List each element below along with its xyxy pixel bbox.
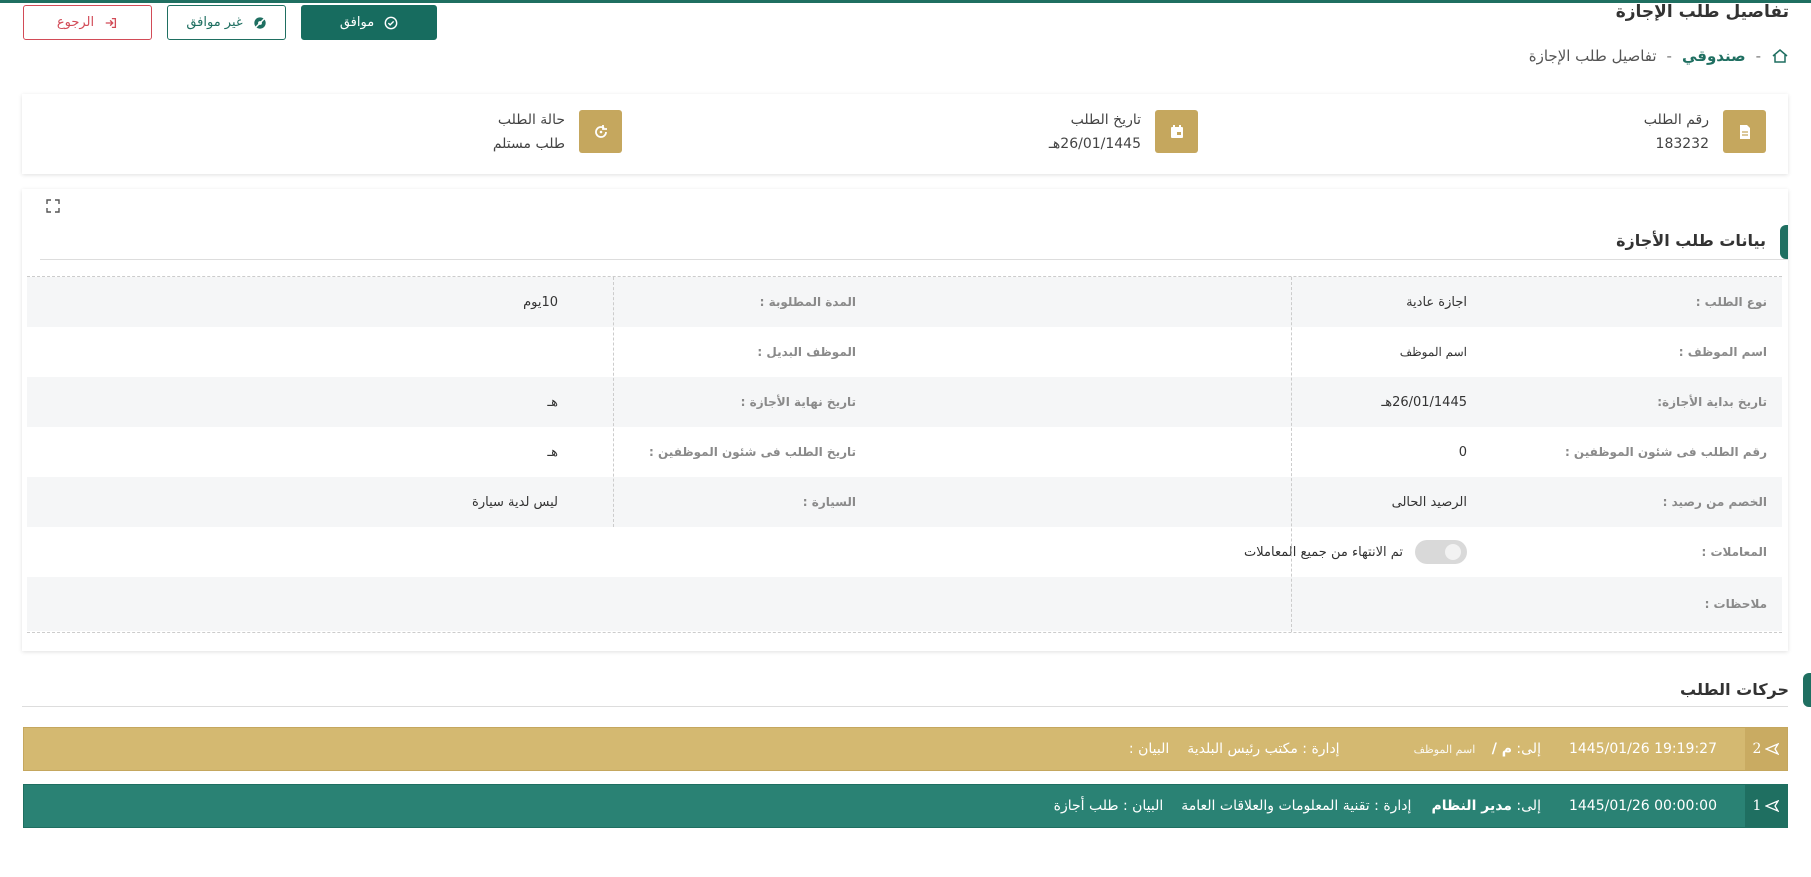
back-button[interactable]: الرجوع: [23, 5, 152, 40]
movement-row[interactable]: 1 1445/01/26 00:00:00 إلى: مدير النظام إ…: [23, 784, 1788, 828]
details-row: نوع الطلب : اجازة عادية المدة المطلوبة :…: [27, 277, 1782, 327]
approve-button[interactable]: موافق: [301, 5, 437, 40]
details-grid: نوع الطلب : اجازة عادية المدة المطلوبة :…: [27, 276, 1782, 633]
stat-request-status: حالة الطلب طلب مستلم: [493, 110, 622, 153]
section-divider: [40, 259, 1788, 260]
movement-number: 2: [1745, 728, 1787, 770]
fullscreen-icon[interactable]: [46, 199, 60, 213]
field-value: 26/01/1445هـ: [1381, 394, 1467, 410]
column-divider: [613, 277, 614, 527]
field-label: نوع الطلب :: [1695, 295, 1767, 309]
breadcrumb-separator: -: [1755, 47, 1761, 65]
details-row-notes: ملاحظات :: [27, 577, 1782, 631]
stat-request-number: رقم الطلب 183232: [1644, 110, 1766, 153]
field-label: السيارة :: [802, 495, 856, 509]
section-divider: [22, 706, 1788, 707]
field-label: تاريخ بداية الأجازة:: [1657, 395, 1767, 409]
breadcrumb-link-inbox[interactable]: صندوقي: [1682, 47, 1746, 65]
movement-index: 1: [1752, 798, 1762, 814]
reject-label: غير موافق: [186, 15, 243, 30]
stat-label: حالة الطلب: [497, 111, 565, 128]
movements-title: حركات الطلب: [1680, 680, 1789, 699]
top-accent-line: [0, 0, 1811, 3]
page-title: تفاصيل طلب الإجازة: [1615, 2, 1789, 22]
stat-label: تاريخ الطلب: [1070, 111, 1141, 128]
field-label: اسم الموظف :: [1678, 345, 1767, 359]
field-value: الرصيد الحالى: [1391, 494, 1467, 510]
movement-to: إلى: مدير النظام: [1431, 798, 1541, 814]
field-value: اجازة عادية: [1406, 294, 1467, 310]
stat-request-date: تاريخ الطلب 26/01/1445هـ: [1049, 110, 1198, 153]
reject-button[interactable]: غير موافق: [167, 5, 286, 40]
movement-row[interactable]: 2 1445/01/26 19:19:27 إلى: م / اسم الموظ…: [23, 727, 1788, 771]
field-label: الموظف البديل :: [757, 345, 856, 359]
movement-to: إلى: م / اسم الموظف: [1414, 741, 1541, 757]
field-value: 0: [1458, 444, 1467, 460]
details-row-transactions: المعاملات : تم الانتهاء من جميع المعاملا…: [27, 527, 1782, 577]
transactions-toggle-group: تم الانتهاء من جميع المعاملات: [1244, 527, 1467, 577]
column-divider: [1291, 277, 1292, 632]
stat-value: طلب مستلم: [492, 135, 565, 152]
breadcrumb-current: تفاصيل طلب الإجازة: [1528, 47, 1657, 65]
stat-value: 183232: [1655, 135, 1709, 152]
field-value: ليس لدية سيارة: [472, 494, 558, 510]
request-summary-card: رقم الطلب 183232 تاريخ الطلب 26/01/1445ه…: [22, 94, 1788, 174]
details-row: رقم الطلب فى شئون الموظفين : 0 تاريخ الط…: [27, 427, 1782, 477]
movement-statement: البيان : طلب أجازة: [1053, 798, 1164, 814]
movement-datetime: 1445/01/26 19:19:27: [1568, 741, 1717, 757]
approve-label: موافق: [339, 15, 375, 30]
movement-to-value: م /: [1491, 741, 1512, 757]
details-row: اسم الموظف : اسم الموظف الموظف البديل :: [27, 327, 1782, 377]
back-label: الرجوع: [56, 15, 95, 30]
calendar-icon: [1155, 110, 1198, 153]
movement-to-name: اسم الموظف: [1413, 743, 1476, 756]
breadcrumb: - صندوقي - تفاصيل طلب الإجازة: [1529, 47, 1789, 65]
field-label: رقم الطلب فى شئون الموظفين :: [1564, 445, 1767, 459]
eye-off-icon: [254, 16, 266, 29]
leave-request-details-card: بيانات طلب الأجازة نوع الطلب : اجازة عاد…: [22, 189, 1788, 651]
field-label: الخصم من رصيد :: [1662, 495, 1767, 509]
movement-department: إدارة : مكتب رئيس البلدية: [1187, 741, 1340, 757]
movement-statement: البيان :: [1128, 741, 1170, 757]
field-label: تاريخ الطلب فى شئون الموظفين :: [649, 445, 856, 459]
refresh-icon: [579, 110, 622, 153]
toggle-label: تم الانتهاء من جميع المعاملات: [1244, 544, 1403, 560]
field-label: المدة المطلوبة :: [759, 295, 856, 309]
field-label: المعاملات :: [1701, 545, 1767, 559]
section-marker: [1780, 225, 1788, 259]
breadcrumb-separator: -: [1666, 47, 1672, 65]
field-label: تاريخ نهاية الأجازة :: [740, 395, 856, 409]
movement-to-label: إلى:: [1516, 741, 1541, 757]
send-icon: [1765, 742, 1780, 756]
field-value: هـ: [547, 394, 558, 410]
movement-index: 2: [1752, 741, 1762, 757]
details-row: تاريخ بداية الأجازة: 26/01/1445هـ تاريخ …: [27, 377, 1782, 427]
check-circle-icon: [384, 16, 398, 29]
field-value: اسم الموظف: [1399, 345, 1467, 359]
section-title: بيانات طلب الأجازة: [1616, 231, 1766, 250]
details-row: الخصم من رصيد : الرصيد الحالى السيارة : …: [27, 477, 1782, 527]
section-marker: [1803, 673, 1811, 707]
movement-number: 1: [1745, 785, 1787, 827]
movement-department: إدارة : تقنية المعلومات والعلاقات العامة: [1181, 798, 1412, 814]
transactions-complete-toggle[interactable]: [1415, 540, 1467, 564]
document-icon: [1723, 110, 1766, 153]
movement-datetime: 1445/01/26 00:00:00: [1568, 798, 1717, 814]
movement-to-value: مدير النظام: [1431, 798, 1512, 814]
field-value: 10يوم: [523, 294, 558, 310]
sign-in-icon: [105, 17, 117, 28]
stat-label: رقم الطلب: [1643, 111, 1709, 128]
movement-to-label: إلى:: [1516, 798, 1541, 814]
field-label: ملاحظات :: [1704, 597, 1767, 611]
toggle-knob: [1445, 544, 1461, 560]
home-icon[interactable]: [1771, 47, 1789, 65]
field-value: هـ: [547, 444, 558, 460]
stat-value: 26/01/1445هـ: [1048, 135, 1141, 152]
send-icon: [1765, 799, 1780, 813]
